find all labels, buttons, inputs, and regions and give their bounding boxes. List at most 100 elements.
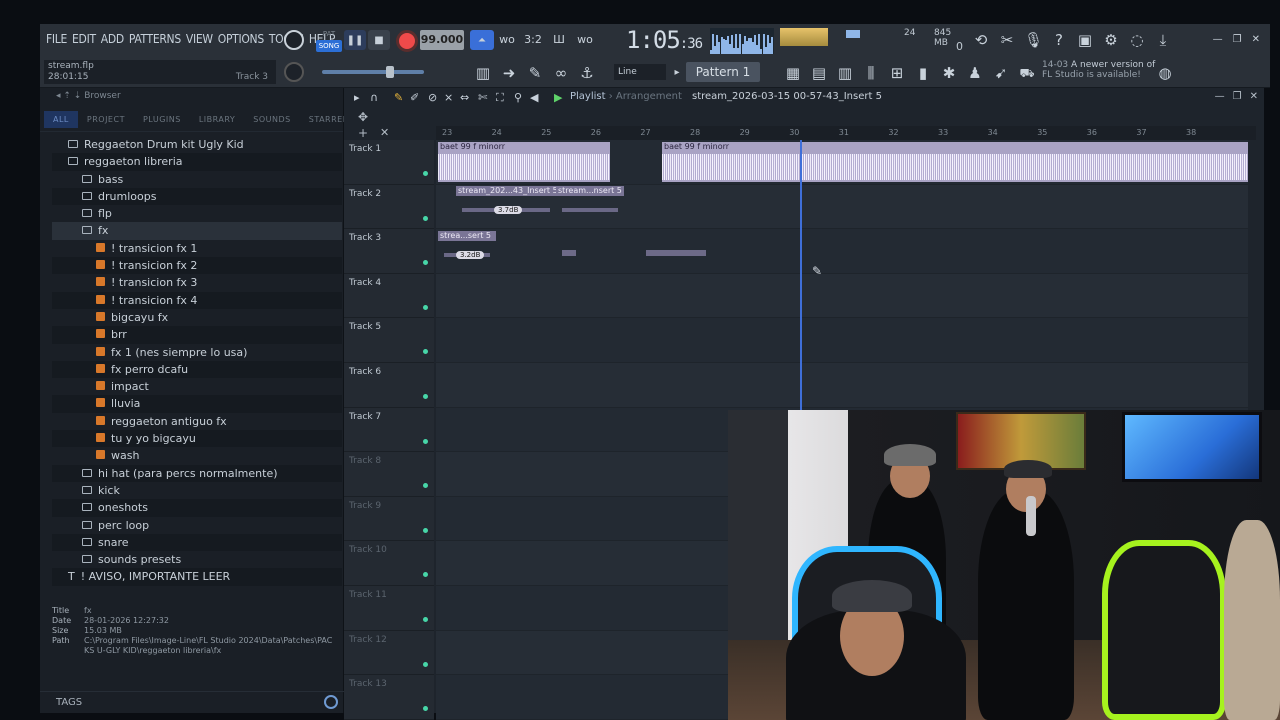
slice-tool-icon[interactable]: ✄	[478, 91, 487, 104]
track-lane[interactable]	[436, 363, 1248, 408]
menu-edit[interactable]: EDIT	[72, 32, 96, 46]
track-header[interactable]: Track 6	[344, 363, 434, 408]
countdown-icon[interactable]: 3:2	[524, 31, 542, 49]
tab-project[interactable]: PROJECT	[78, 111, 134, 128]
track-lane[interactable]	[436, 229, 1248, 274]
search-icon[interactable]	[324, 695, 338, 709]
track-header[interactable]: Track 8	[344, 452, 434, 497]
track-enable-led[interactable]	[423, 572, 428, 578]
menu-add[interactable]: ADD	[101, 32, 124, 46]
tempo-tap-icon[interactable]: ✱	[940, 64, 958, 82]
browser-folder-item[interactable]: hi hat (para percs normalmente)	[52, 464, 342, 482]
stamp-icon[interactable]: ⚓	[578, 64, 596, 82]
browser-file-item[interactable]: brr	[52, 326, 342, 344]
play-button[interactable]: ❚❚	[344, 30, 366, 50]
browser-folder-item[interactable]: flp	[52, 205, 342, 222]
browser-folder-item[interactable]: kick	[52, 482, 342, 499]
globe-icon[interactable]: ◍	[1156, 64, 1174, 82]
browser-folder-item[interactable]: reggaeton libreria	[52, 153, 342, 171]
track-header[interactable]: Track 12	[344, 630, 434, 676]
magnet-icon[interactable]: ∩	[370, 91, 378, 104]
chat-icon[interactable]: ◌	[1128, 31, 1146, 49]
master-pitch-knob[interactable]	[284, 62, 304, 82]
pattern-select[interactable]: Pattern 1	[686, 62, 760, 82]
snap-select[interactable]: Line	[614, 64, 666, 80]
menu-patterns[interactable]: PATTERNS	[129, 32, 181, 46]
track-header[interactable]: Track 13	[344, 675, 434, 720]
timeline-ruler[interactable]: 23 24 25 26 27 28 29 30 31 32 33 34 35 36 37 38	[436, 126, 1256, 140]
track-header[interactable]: Track 4	[344, 273, 434, 319]
browser-file-item[interactable]: ! transicion fx 2	[52, 257, 342, 275]
metronome-button[interactable]: ⏶	[470, 30, 494, 50]
browser-file-item[interactable]: bigcayu fx	[52, 309, 342, 326]
playlist-close-icon[interactable]: ✕	[1250, 91, 1258, 102]
piano-roll-window-icon[interactable]: ▥	[836, 64, 854, 82]
playlist-window-icon[interactable]: ▦	[784, 64, 802, 82]
zoom-tool-icon[interactable]: ⚲	[514, 91, 522, 104]
playlist-restore-icon[interactable]: ❐	[1233, 91, 1242, 102]
menu-view[interactable]: VIEW	[186, 32, 213, 46]
browser-file-item[interactable]: ! transicion fx 4	[52, 291, 342, 309]
stop-button[interactable]: ■	[368, 30, 390, 50]
playback-tool-icon[interactable]: ◀	[530, 91, 538, 104]
draw-tool-icon[interactable]: ✎	[394, 91, 403, 104]
track-enable-led[interactable]	[423, 661, 428, 667]
track-enable-led[interactable]	[423, 438, 428, 444]
audio-clip[interactable]: baet 99 f minorr	[438, 142, 610, 182]
playlist-minimize-icon[interactable]: —	[1215, 91, 1225, 102]
track-header[interactable]: Track 2	[344, 184, 434, 230]
touch-keyboard-icon[interactable]: ➹	[992, 64, 1010, 82]
track-lane[interactable]	[436, 274, 1248, 319]
remove-icon[interactable]: ✕	[380, 126, 389, 139]
audio-clip[interactable]: stream_202...43_Insert 5 3.7dB	[456, 186, 556, 226]
channel-rack-icon[interactable]: ▤	[810, 64, 828, 82]
link-icon[interactable]: ∞	[552, 64, 570, 82]
news-panel[interactable]: 14-03 A newer version of FL Studio is av…	[1042, 60, 1155, 80]
track-lane[interactable]	[436, 318, 1248, 363]
add-track-icon[interactable]: +	[358, 126, 368, 140]
slip-tool-icon[interactable]: ⇔	[460, 91, 469, 104]
delete-tool-icon[interactable]: ⊘	[428, 91, 437, 104]
track-enable-led[interactable]	[423, 394, 428, 399]
track-enable-led[interactable]	[423, 349, 428, 355]
browser-folder-item[interactable]: snare	[52, 533, 342, 552]
browser-file-item[interactable]: impact	[52, 378, 342, 395]
cart-icon[interactable]: ⛟	[1018, 64, 1036, 82]
help-icon[interactable]: ?	[1050, 31, 1068, 49]
piano-roll-icon[interactable]: ▥	[474, 64, 492, 82]
loop-record-icon[interactable]: wo	[576, 31, 594, 49]
tab-all[interactable]: ALL	[44, 111, 78, 128]
browser-file-item[interactable]: ! transicion fx 3	[52, 274, 342, 291]
track-enable-led[interactable]	[423, 617, 428, 622]
browser-file-item[interactable]: reggaeton antiguo fx	[52, 413, 342, 430]
track-enable-led[interactable]	[423, 215, 428, 221]
mic-icon[interactable]: 🎙︎	[1024, 31, 1043, 49]
select-tool-icon[interactable]: ⛶	[496, 91, 504, 105]
zoom-move-icon[interactable]: ✥	[358, 110, 368, 124]
minimize-icon[interactable]: —	[1213, 34, 1223, 45]
track-enable-led[interactable]	[423, 171, 428, 176]
undo-icon[interactable]: ⟲	[972, 31, 990, 49]
wait-input-icon[interactable]: wo	[498, 31, 516, 49]
mixer-icon[interactable]: ⫼	[862, 64, 880, 82]
download-icon[interactable]: ⤓	[1154, 31, 1172, 49]
step-edit-icon[interactable]: Ш	[550, 31, 568, 49]
tab-sounds[interactable]: SOUNDS	[244, 111, 299, 128]
browser-file-item[interactable]: wash	[52, 447, 342, 464]
track-enable-led[interactable]	[423, 304, 428, 310]
arrow-icon[interactable]: ➜	[500, 64, 518, 82]
pattern-prev-icon[interactable]: ▸	[668, 64, 686, 82]
track-header[interactable]: Track 11	[344, 586, 434, 631]
audio-clip[interactable]: strea...sert 5 3.2dB	[438, 231, 496, 271]
cut-icon[interactable]: ✂	[998, 31, 1016, 49]
track-header[interactable]: Track 3	[344, 229, 434, 274]
browser-file-item[interactable]: ! transicion fx 1	[52, 240, 342, 257]
audio-clip[interactable]: stream...nsert 5	[556, 186, 624, 226]
menu-options[interactable]: OPTIONS	[218, 32, 264, 46]
pat-song-toggle[interactable]: PAT SONG	[316, 28, 342, 54]
browser-window-icon[interactable]: ⊞	[888, 64, 906, 82]
browser-folder-item[interactable]: perc loop	[52, 517, 342, 534]
browser-folder-item[interactable]: bass	[52, 171, 342, 188]
restore-icon[interactable]: ❐	[1233, 34, 1242, 45]
browser-folder-item[interactable]: drumloops	[52, 187, 342, 206]
